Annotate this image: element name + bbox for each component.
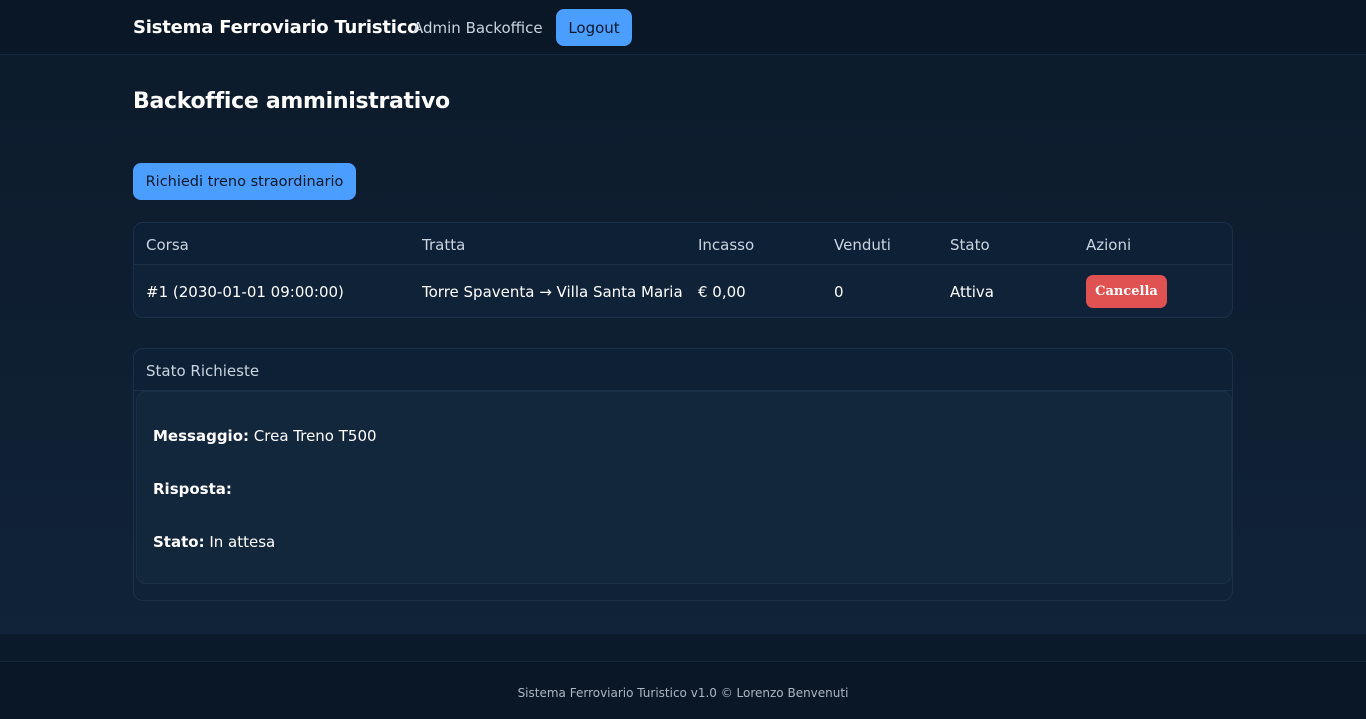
message-label: Messaggio: <box>153 427 249 445</box>
column-header-corsa: Corsa <box>146 236 189 254</box>
state-value: In attesa <box>209 533 276 551</box>
footer-text: Sistema Ferroviario Turistico v1.0 © Lor… <box>517 686 849 700</box>
requests-status-card: Stato Richieste Messaggio: Crea Treno T5… <box>133 348 1233 601</box>
cancel-ride-button[interactable]: Cancella <box>1086 275 1167 308</box>
cell-venduti: 0 <box>834 283 844 301</box>
nav-link-admin-backoffice[interactable]: Admin Backoffice <box>413 19 543 37</box>
brand-title[interactable]: Sistema Ferroviario Turistico <box>133 17 420 38</box>
cell-corsa: #1 (2030-01-01 09:00:00) <box>146 283 344 301</box>
main-bottom-band <box>0 634 1366 661</box>
response-label: Risposta: <box>153 480 232 498</box>
column-header-stato: Stato <box>950 236 990 254</box>
response-line: Risposta: <box>153 480 232 498</box>
request-extra-train-button[interactable]: Richiedi treno straordinario <box>133 163 356 200</box>
state-line: Stato: In attesa <box>153 533 275 551</box>
column-header-tratta: Tratta <box>422 236 466 254</box>
navbar: Sistema Ferroviario Turistico Admin Back… <box>0 0 1366 55</box>
column-header-azioni: Azioni <box>1086 236 1132 254</box>
status-card-header: Stato Richieste <box>134 349 1232 391</box>
rides-table: Corsa Tratta Incasso Venduti Stato Azion… <box>133 222 1233 318</box>
table-header: Corsa Tratta Incasso Venduti Stato Azion… <box>134 223 1232 265</box>
request-entry: Messaggio: Crea Treno T500 Risposta: Sta… <box>136 391 1232 584</box>
message-value: Crea Treno T500 <box>253 427 377 445</box>
footer: Sistema Ferroviario Turistico v1.0 © Lor… <box>0 661 1366 719</box>
cell-stato: Attiva <box>950 283 994 301</box>
logout-button[interactable]: Logout <box>556 9 632 46</box>
cell-tratta: Torre Spaventa → Villa Santa Maria <box>422 283 683 301</box>
page-title: Backoffice amministrativo <box>133 89 450 114</box>
status-card-title: Stato Richieste <box>146 362 260 380</box>
column-header-venduti: Venduti <box>834 236 891 254</box>
column-header-incasso: Incasso <box>698 236 755 254</box>
cell-incasso: € 0,00 <box>698 283 746 301</box>
message-line: Messaggio: Crea Treno T500 <box>153 427 377 445</box>
state-label: Stato: <box>153 533 205 551</box>
